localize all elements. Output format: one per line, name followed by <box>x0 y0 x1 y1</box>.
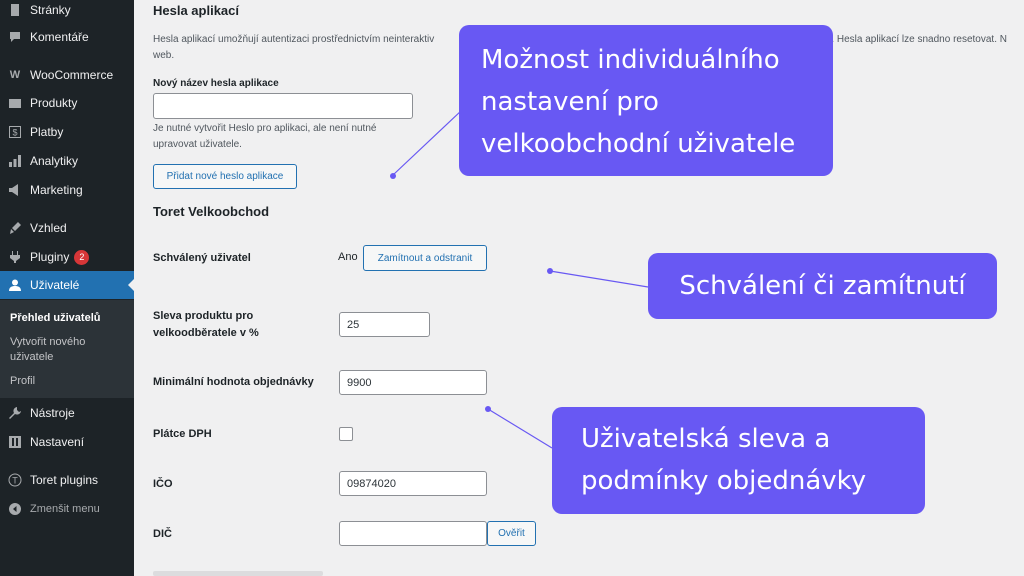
app-password-help-text: Je nutné vytvořit Heslo pro aplikaci, al… <box>153 123 377 150</box>
add-app-password-button[interactable]: Přidat nové heslo aplikace <box>153 164 297 189</box>
products-icon <box>8 96 22 110</box>
vat-payer-checkbox[interactable] <box>339 427 353 441</box>
sidebar-item-label: Nastavení <box>30 435 85 449</box>
payments-icon: $ <box>8 125 22 139</box>
callout-approval: Schválení či zamítnutí <box>648 253 997 319</box>
verify-tax-id-button[interactable]: Ověřit <box>487 521 536 546</box>
sidebar-item-label: WooCommerce <box>30 68 114 82</box>
sidebar-item-products[interactable]: Produkty <box>0 91 134 115</box>
submenu-item-profile[interactable]: Profil <box>10 374 128 389</box>
analytics-icon <box>8 154 22 168</box>
sidebar-item-toret-plugins[interactable]: T Toret plugins <box>0 468 134 492</box>
wholesale-discount-label: Sleva produktu pro velkoodběratele v % <box>153 310 259 339</box>
sidebar-item-collapse-menu[interactable]: Zmenšit menu <box>0 497 134 521</box>
company-id-label: IČO <box>153 478 173 490</box>
approved-user-label: Schválený uživatel <box>153 252 251 264</box>
svg-text:T: T <box>12 476 18 486</box>
tools-icon <box>8 406 22 420</box>
woocommerce-icon: W <box>9 69 21 81</box>
sidebar-item-label: Marketing <box>30 183 83 197</box>
tax-id-label: DIČ <box>153 528 172 540</box>
svg-text:$: $ <box>13 128 18 138</box>
sidebar-item-label: Toret plugins <box>30 473 99 487</box>
reject-and-delete-button[interactable]: Zamítnout a odstranit <box>363 245 487 271</box>
pages-icon <box>8 3 22 17</box>
sidebar-item-label: Produkty <box>30 96 78 110</box>
users-icon <box>8 278 22 292</box>
sidebar-item-pages[interactable]: Stránky <box>0 0 134 22</box>
app-passwords-heading: Hesla aplikací <box>153 3 239 18</box>
settings-icon <box>8 435 22 449</box>
sidebar-item-settings[interactable]: Nastavení <box>0 430 134 454</box>
marketing-icon <box>8 183 22 197</box>
sidebar-item-appearance[interactable]: Vzhled <box>0 216 134 240</box>
sidebar-item-payments[interactable]: $ Platby <box>0 120 134 144</box>
new-app-password-name-label: Nový název hesla aplikace <box>153 78 279 89</box>
sidebar-item-label: Pluginy <box>30 250 70 264</box>
callout-individual-settings: Možnost individuálního nastavení pro vel… <box>459 25 833 176</box>
company-id-input[interactable]: 09874020 <box>339 471 487 496</box>
sidebar-item-label: Analytiky <box>30 154 79 168</box>
wholesale-discount-input[interactable]: 25 <box>339 312 430 337</box>
toret-wholesale-heading: Toret Velkoobchod <box>153 204 270 219</box>
users-submenu: Přehled uživatelů Vytvořit nového uživat… <box>0 300 134 398</box>
plugins-update-badge: 2 <box>74 249 90 265</box>
sidebar-item-label: Vzhled <box>30 221 67 235</box>
sidebar-item-label: Komentáře <box>30 30 89 44</box>
plugins-icon <box>8 250 22 264</box>
callout-discount-conditions: Uživatelská sleva a podmínky objednávky <box>552 407 925 514</box>
sidebar-item-label: Stránky <box>30 3 71 17</box>
sidebar-item-plugins[interactable]: Pluginy 2 <box>0 245 134 269</box>
collapse-icon <box>8 502 22 516</box>
minimum-order-label: Minimální hodnota objednávky <box>153 376 314 388</box>
sidebar-item-label: Platby <box>30 125 64 139</box>
app-passwords-description: Hesla aplikací umožňují autentizaci pros… <box>153 34 435 45</box>
comments-icon <box>8 30 22 44</box>
sidebar-item-label: Nástroje <box>30 406 75 420</box>
tax-id-input[interactable] <box>339 521 487 546</box>
sidebar-item-analytics[interactable]: Analytiky <box>0 149 134 173</box>
sidebar-item-comments[interactable]: Komentáře <box>0 25 134 49</box>
submenu-item-all-users[interactable]: Přehled uživatelů <box>10 311 128 326</box>
sidebar-item-users[interactable]: Uživatelé <box>0 271 134 299</box>
admin-sidebar: Stránky Komentáře W WooCommerce Produkty… <box>0 0 134 576</box>
minimum-order-input[interactable]: 9900 <box>339 370 487 395</box>
appearance-icon <box>8 221 22 235</box>
submenu-item-add-new-user[interactable]: Vytvořit nového uživatele <box>10 335 128 365</box>
approved-user-value: Ano <box>338 251 358 263</box>
next-section-heading-cutoff <box>153 571 323 576</box>
sidebar-item-label: Uživatelé <box>30 278 80 292</box>
new-app-password-name-input[interactable] <box>153 93 413 119</box>
sidebar-item-marketing[interactable]: Marketing <box>0 178 134 202</box>
app-passwords-description-end: web. <box>153 50 175 61</box>
sidebar-item-label: Zmenšit menu <box>30 503 100 515</box>
vat-payer-label: Plátce DPH <box>153 428 212 440</box>
sidebar-item-woocommerce[interactable]: W WooCommerce <box>0 63 134 87</box>
toret-icon: T <box>8 473 22 487</box>
sidebar-item-tools[interactable]: Nástroje <box>0 401 134 425</box>
app-passwords-description-tail: ole. Hesla aplikací lze snadno resetovat… <box>818 34 1007 45</box>
